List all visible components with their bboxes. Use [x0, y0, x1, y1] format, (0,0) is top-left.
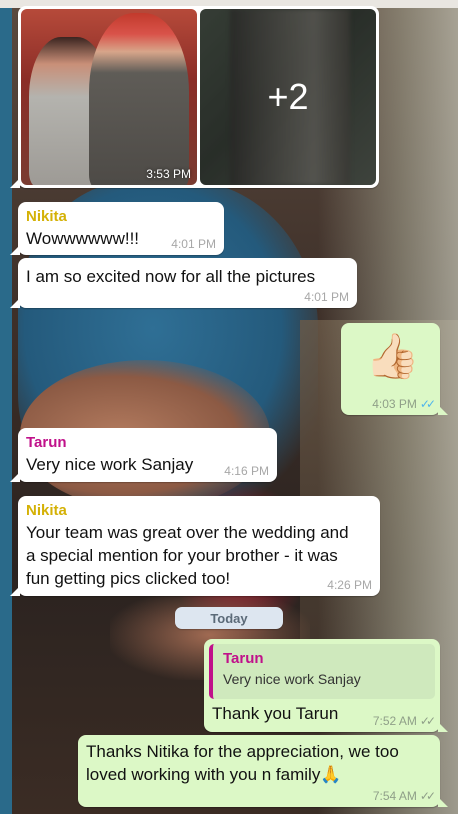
bubble-tail [438, 722, 448, 732]
album-time: 3:53 PM [146, 167, 191, 181]
message-incoming[interactable]: Tarun Very nice work Sanjay 4:16 PM [10, 428, 277, 482]
message-time-text: 4:03 PM [372, 397, 417, 411]
message-text-line: fun getting pics clicked too! [26, 569, 231, 588]
thumbs-up-icon: 👍🏻 [365, 332, 420, 381]
quoted-message[interactable]: Tarun Very nice work Sanjay [209, 644, 435, 699]
album-photo-more[interactable]: +2 [200, 9, 376, 185]
bubble-tail [438, 405, 448, 415]
message-time-text: 7:52 AM [372, 714, 417, 728]
album-photo-main[interactable]: 3:53 PM [21, 9, 197, 185]
bubble-tail [10, 298, 20, 308]
album-more-count: +2 [267, 76, 309, 117]
message-time: 4:03 PM ✓✓ [372, 397, 436, 411]
message-time: 4:16 PM [224, 464, 269, 478]
message-text-line: Your team was great over the wedding and [26, 523, 349, 542]
message-time: 7:52 AM ✓✓ [372, 714, 436, 728]
message-sender: Nikita [26, 502, 67, 519]
message-outgoing-reply[interactable]: Tarun Very nice work Sanjay Thank you Ta… [204, 639, 448, 732]
message-sender: Tarun [26, 434, 67, 451]
message-time-text: 7:54 AM [372, 789, 417, 803]
chat-thread[interactable]: 3:53 PM +2 Nikita Wowwwwww!!! 4:01 PM I … [0, 0, 458, 814]
quoted-sender: Tarun [223, 650, 264, 667]
message-time: 4:01 PM [304, 290, 349, 304]
media-album-message[interactable]: 3:53 PM +2 [10, 6, 379, 188]
message-outgoing[interactable]: Thanks Nitika for the appreciation, we t… [78, 735, 448, 807]
message-outgoing-sticker[interactable]: 👍🏻 4:03 PM ✓✓ [341, 323, 448, 415]
date-divider: Today [175, 607, 283, 629]
bubble-tail [10, 178, 20, 188]
message-incoming[interactable]: I am so excited now for all the pictures… [10, 258, 357, 308]
message-text-line: a special mention for your brother - it … [26, 546, 338, 565]
bubble-tail [438, 797, 448, 807]
message-sender: Nikita [26, 208, 67, 225]
message-time: 4:26 PM [327, 578, 372, 592]
message-incoming[interactable]: Nikita Your team was great over the wedd… [10, 496, 380, 596]
message-time: 4:01 PM [171, 237, 216, 251]
message-time: 7:54 AM ✓✓ [372, 789, 436, 803]
message-text-line: loved working with you n family🙏 [86, 765, 342, 784]
sent-ticks-icon: ✓✓ [419, 714, 436, 728]
read-ticks-icon: ✓✓ [419, 397, 436, 411]
bubble-tail [10, 586, 20, 596]
message-incoming[interactable]: Nikita Wowwwwww!!! 4:01 PM [10, 202, 224, 255]
bubble-tail [10, 472, 20, 482]
message-text: Thank you Tarun [212, 704, 339, 723]
sent-ticks-icon: ✓✓ [419, 789, 436, 803]
bubble-tail [10, 245, 20, 255]
photo-figure-man [89, 13, 189, 185]
message-text-line: Thanks Nitika for the appreciation, we t… [86, 742, 399, 761]
quoted-text: Very nice work Sanjay [223, 671, 361, 687]
message-text: I am so excited now for all the pictures [26, 267, 316, 286]
